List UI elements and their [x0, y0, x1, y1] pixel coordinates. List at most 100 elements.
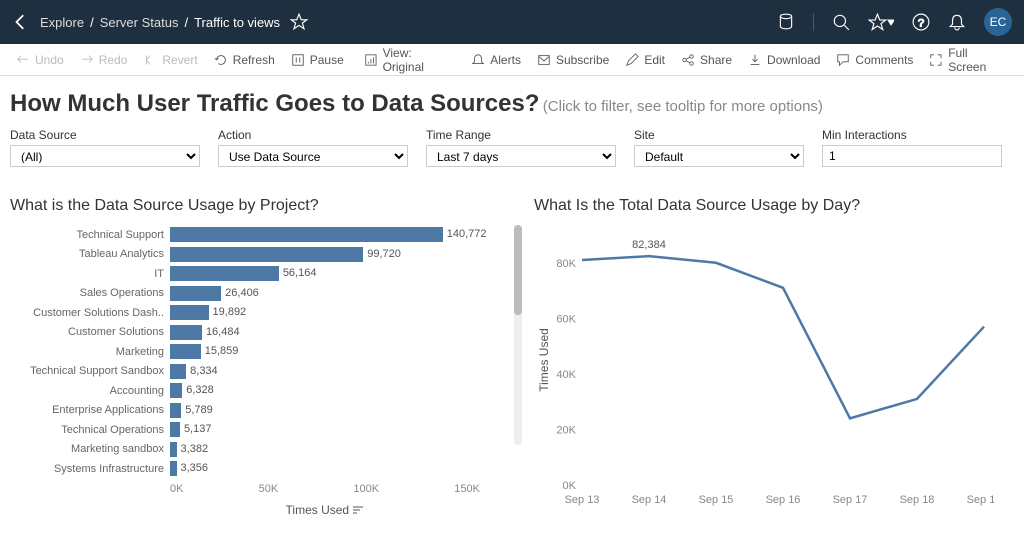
svg-text:?: ?: [918, 18, 924, 30]
bar-row[interactable]: Systems Infrastructure 3,356: [10, 459, 510, 479]
notifications-bell-icon[interactable]: [948, 13, 966, 31]
line-chart-title: What Is the Total Data Source Usage by D…: [534, 197, 994, 215]
filter-data-source-select[interactable]: (All): [10, 145, 200, 167]
bar-chart-xlabel: Times Used: [170, 503, 480, 517]
bar-chart-scrollbar[interactable]: [514, 225, 522, 445]
bar-chart-title: What is the Data Source Usage by Project…: [10, 197, 510, 215]
favorite-star-icon[interactable]: [290, 13, 308, 31]
bar-value-label: 5,137: [180, 422, 212, 437]
back-icon[interactable]: [12, 13, 30, 31]
svg-text:Sep 18: Sep 18: [900, 494, 935, 506]
page-title: How Much User Traffic Goes to Data Sourc…: [10, 90, 539, 117]
bar-row[interactable]: Tableau Analytics 99,720: [10, 245, 510, 265]
filter-min-label: Min Interactions: [822, 128, 1002, 142]
bar-category-label: IT: [10, 268, 170, 280]
bar-category-label: Customer Solutions: [10, 326, 170, 338]
comments-button[interactable]: Comments: [830, 50, 919, 70]
favorites-star-icon[interactable]: [868, 13, 894, 31]
bar-category-label: Marketing: [10, 346, 170, 358]
svg-text:60K: 60K: [556, 313, 576, 325]
bar-value-label: 6,328: [182, 383, 214, 398]
bar-value-label: 26,406: [221, 286, 259, 301]
bar-row[interactable]: Technical Support 140,772: [10, 225, 510, 245]
svg-text:Sep 19: Sep 19: [967, 494, 994, 506]
filters: Data Source (All) Action Use Data Source…: [10, 128, 1014, 167]
bar-value-label: 16,484: [202, 325, 240, 340]
bar-row[interactable]: Marketing 15,859: [10, 342, 510, 362]
bar-row[interactable]: IT 56,164: [10, 264, 510, 284]
fullscreen-button[interactable]: Full Screen: [923, 43, 1014, 77]
redo-button[interactable]: Redo: [74, 50, 134, 70]
view-button[interactable]: View: Original: [358, 43, 461, 77]
filter-action-select[interactable]: Use Data Source: [218, 145, 408, 167]
line-chart: What Is the Total Data Source Usage by D…: [534, 197, 994, 518]
bar-row[interactable]: Enterprise Applications 5,789: [10, 401, 510, 421]
svg-text:Sep 17: Sep 17: [833, 494, 868, 506]
alerts-button[interactable]: Alerts: [465, 50, 527, 70]
line-chart-svg[interactable]: 0K20K40K60K80KTimes UsedSep 13Sep 14Sep …: [534, 225, 994, 515]
filter-min-input[interactable]: [822, 145, 1002, 167]
svg-text:82,384: 82,384: [632, 239, 666, 251]
breadcrumb: Explore / Server Status / Traffic to vie…: [40, 15, 280, 30]
bar-row[interactable]: Customer Solutions 16,484: [10, 323, 510, 343]
bar-category-label: Technical Operations: [10, 424, 170, 436]
pause-button[interactable]: Pause: [285, 50, 350, 70]
svg-text:Sep 16: Sep 16: [766, 494, 801, 506]
svg-text:80K: 80K: [556, 258, 576, 270]
bar-value-label: 99,720: [363, 247, 401, 262]
filter-data-source-label: Data Source: [10, 128, 200, 142]
avatar[interactable]: EC: [984, 8, 1012, 36]
bar-category-label: Accounting: [10, 385, 170, 397]
bar-row[interactable]: Sales Operations 26,406: [10, 284, 510, 304]
breadcrumb-server-status[interactable]: Server Status: [100, 15, 179, 30]
filter-site-select[interactable]: Default: [634, 145, 804, 167]
bar-chart: What is the Data Source Usage by Project…: [10, 197, 510, 518]
undo-button[interactable]: Undo: [10, 50, 70, 70]
bar-value-label: 8,334: [186, 364, 218, 379]
svg-text:Times Used: Times Used: [537, 328, 551, 392]
svg-text:20K: 20K: [556, 424, 576, 436]
topbar: Explore / Server Status / Traffic to vie…: [0, 0, 1024, 44]
bar-row[interactable]: Accounting 6,328: [10, 381, 510, 401]
bar-value-label: 140,772: [443, 227, 487, 242]
bar-category-label: Systems Infrastructure: [10, 463, 170, 475]
bar-row[interactable]: Technical Support Sandbox 8,334: [10, 362, 510, 382]
bar-category-label: Sales Operations: [10, 287, 170, 299]
filter-time-range-label: Time Range: [426, 128, 616, 142]
bar-category-label: Technical Support: [10, 229, 170, 241]
bar-value-label: 56,164: [279, 266, 317, 281]
filter-action-label: Action: [218, 128, 408, 142]
breadcrumb-explore[interactable]: Explore: [40, 15, 84, 30]
bar-category-label: Technical Support Sandbox: [10, 365, 170, 377]
bar-category-label: Customer Solutions Dash..: [10, 307, 170, 319]
bar-row[interactable]: Customer Solutions Dash..19,892: [10, 303, 510, 323]
bar-category-label: Tableau Analytics: [10, 248, 170, 260]
edit-button[interactable]: Edit: [619, 50, 671, 70]
bar-value-label: 5,789: [181, 403, 213, 418]
refresh-button[interactable]: Refresh: [208, 50, 281, 70]
filter-time-range-select[interactable]: Last 7 days: [426, 145, 616, 167]
bar-value-label: 3,382: [177, 442, 209, 457]
content: How Much User Traffic Goes to Data Sourc…: [0, 76, 1024, 532]
revert-button[interactable]: Revert: [137, 50, 203, 70]
bar-row[interactable]: Technical Operations 5,137: [10, 420, 510, 440]
share-button[interactable]: Share: [675, 50, 738, 70]
search-icon[interactable]: [832, 13, 850, 31]
page-subtitle: (Click to filter, see tooltip for more o…: [543, 98, 823, 115]
bar-category-label: Enterprise Applications: [10, 404, 170, 416]
filter-site-label: Site: [634, 128, 804, 142]
svg-text:0K: 0K: [563, 480, 577, 492]
help-icon[interactable]: ?: [912, 13, 930, 31]
svg-text:40K: 40K: [556, 369, 576, 381]
subscribe-button[interactable]: Subscribe: [531, 50, 615, 70]
bar-value-label: 3,356: [177, 461, 209, 476]
svg-text:Sep 14: Sep 14: [632, 494, 667, 506]
download-button[interactable]: Download: [742, 50, 826, 70]
sort-icon[interactable]: [352, 505, 364, 515]
bar-value-label: 15,859: [201, 344, 239, 359]
bar-category-label: Marketing sandbox: [10, 443, 170, 455]
bar-row[interactable]: Marketing sandbox 3,382: [10, 440, 510, 460]
breadcrumb-current: Traffic to views: [194, 15, 280, 30]
toolbar: Undo Redo Revert Refresh Pause View: Ori…: [0, 44, 1024, 76]
database-icon[interactable]: [777, 13, 795, 31]
